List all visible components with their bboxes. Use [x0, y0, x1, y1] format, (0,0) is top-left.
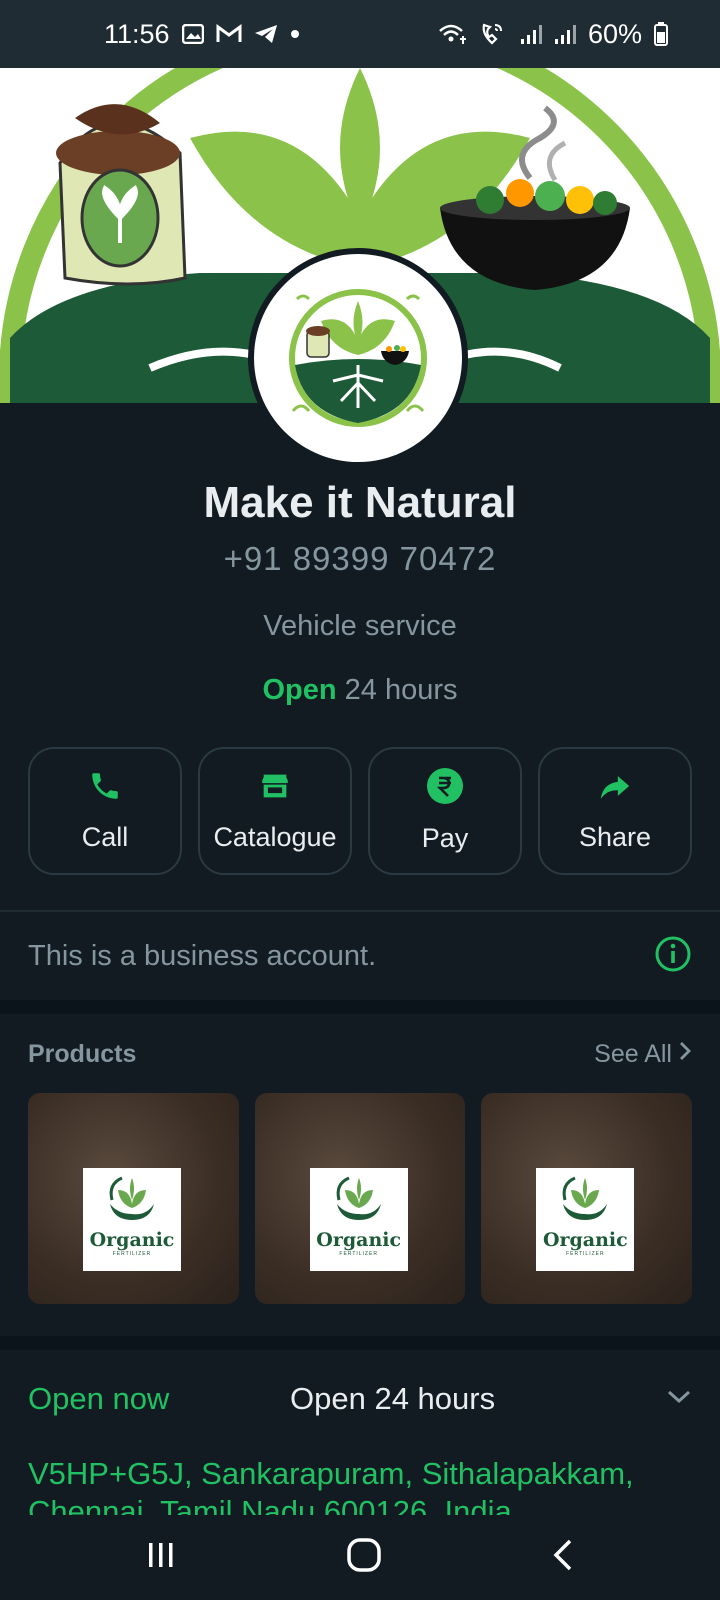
home-icon[interactable] [346, 1537, 382, 1578]
business-hours-summary: Open 24 hours [0, 674, 720, 707]
profile-avatar[interactable] [248, 248, 468, 468]
business-name: Make it Natural [203, 478, 517, 527]
back-nav-icon[interactable] [551, 1538, 575, 1577]
volte-call-icon [480, 22, 508, 46]
wifi-calling-icon [438, 22, 468, 46]
leaf-logo-icon [109, 1176, 154, 1220]
business-phone[interactable]: +91 89399 70472 [0, 540, 720, 578]
product-item[interactable]: Organic FERTILIZER [481, 1093, 693, 1304]
status-time: 11:56 [104, 18, 170, 49]
product-label: Organic FERTILIZER [536, 1168, 635, 1271]
telegram-icon [254, 24, 278, 44]
business-address[interactable]: V5HP+G5J, Sankarapuram, Sithalapakkam, C… [28, 1455, 692, 1515]
business-category: Vehicle service [263, 610, 457, 642]
share-button[interactable]: Share [538, 747, 692, 875]
signal-icon [520, 23, 542, 45]
section-separator [0, 1000, 720, 1014]
logo-icon [289, 289, 427, 427]
pay-label: Pay [421, 823, 469, 853]
product-item[interactable]: Organic FERTILIZER [254, 1093, 466, 1304]
action-buttons: Call Catalogue Pay Share [28, 747, 692, 875]
products-header: Products See All [28, 1036, 692, 1072]
business-account-note[interactable]: This is a business account. [0, 912, 720, 1000]
see-all-label: See All [594, 1039, 672, 1068]
section-separator [0, 1336, 720, 1350]
see-all-link[interactable]: See All [594, 1040, 692, 1069]
open-status: Open [262, 674, 337, 706]
gmail-icon [216, 24, 242, 44]
catalogue-label: Catalogue [213, 822, 337, 852]
signal-icon [554, 23, 576, 45]
catalogue-button[interactable]: Catalogue [198, 747, 352, 875]
dot-icon [290, 29, 300, 39]
product-label-sub: FERTILIZER [112, 1251, 152, 1257]
rupee-icon [427, 768, 463, 809]
status-bar: 11:56 60% [0, 0, 720, 68]
gallery-icon [181, 24, 204, 44]
product-label: Organic FERTILIZER [309, 1168, 408, 1271]
pay-button[interactable]: Pay [368, 747, 522, 875]
leaf-logo-icon [562, 1176, 608, 1220]
recent-apps-icon[interactable] [145, 1539, 177, 1576]
hours-text: 24 hours [344, 674, 458, 706]
share-icon [598, 769, 632, 808]
open-hours-value: Open 24 hours [290, 1381, 496, 1416]
product-item[interactable]: Organic FERTILIZER [28, 1093, 239, 1304]
system-navigation-bar [0, 1515, 720, 1600]
phone-icon [88, 769, 122, 808]
share-label: Share [578, 822, 652, 852]
info-icon[interactable] [654, 935, 692, 978]
products-title: Products [28, 1039, 137, 1068]
products-list: Organic FERTILIZER Organic FERTILIZER Or… [28, 1093, 693, 1304]
product-label-text: Organic [316, 1229, 402, 1251]
product-label-sub: FERTILIZER [339, 1251, 378, 1257]
business-account-text: This is a business account. [28, 939, 377, 972]
more-vert-icon[interactable] [670, 100, 682, 137]
chevron-right-icon [678, 1040, 692, 1069]
hours-row[interactable]: Open now Open 24 hours [28, 1375, 692, 1423]
chevron-down-icon[interactable] [666, 1389, 692, 1410]
open-now-status: Open now [28, 1381, 170, 1416]
product-label-sub: FERTILIZER [566, 1251, 605, 1257]
battery-icon [654, 22, 668, 46]
product-label: Organic FERTILIZER [83, 1168, 181, 1271]
battery-percent: 60% [587, 18, 642, 49]
product-label-text: Organic [542, 1229, 628, 1251]
store-icon [258, 769, 292, 808]
product-label-text: Organic [89, 1229, 175, 1251]
back-arrow-icon[interactable] [26, 100, 58, 137]
call-button[interactable]: Call [28, 747, 182, 875]
leaf-logo-icon [336, 1176, 381, 1220]
call-label: Call [81, 822, 129, 852]
